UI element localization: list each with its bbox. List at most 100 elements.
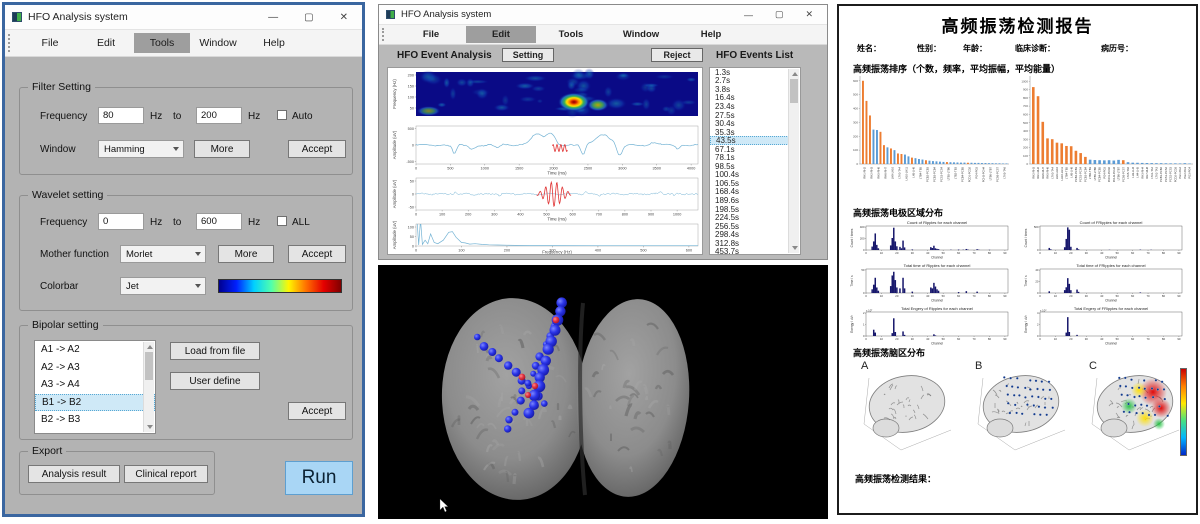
colorbar-select[interactable]: Jet (120, 277, 206, 295)
wavelet-freq-from-input[interactable]: 0 (98, 213, 144, 230)
event-item[interactable]: 35.3s (710, 128, 789, 137)
close-icon[interactable]: ✕ (340, 12, 348, 23)
minimize-icon[interactable]: — (744, 10, 753, 20)
event-item[interactable]: 189.6s (710, 196, 789, 205)
menu-window[interactable]: Window (606, 26, 676, 43)
run-button[interactable]: Run (285, 461, 353, 495)
event-item[interactable]: 67.1s (710, 145, 789, 154)
menu-edit[interactable]: Edit (78, 33, 134, 53)
bipolar-item[interactable]: A3 -> A4 (35, 376, 155, 394)
window-label: Window (40, 144, 76, 155)
maximize-icon[interactable]: ▢ (304, 12, 313, 23)
event-item[interactable]: 256.5s (710, 222, 789, 231)
bipolar-accept-button[interactable]: Accept (288, 402, 346, 420)
window-select[interactable]: Hamming (98, 140, 184, 158)
clinical-report-button[interactable]: Clinical report (124, 465, 208, 483)
reject-button[interactable]: Reject (651, 48, 703, 62)
wavelet-accept-button[interactable]: Accept (288, 245, 346, 263)
menu-edit[interactable]: Edit (466, 26, 536, 43)
scroll-up-icon[interactable] (147, 345, 153, 349)
svg-text:20: 20 (1069, 294, 1073, 298)
menu-help[interactable]: Help (246, 33, 302, 53)
svg-text:20: 20 (895, 251, 899, 255)
filter-freq-to-input[interactable]: 200 (196, 107, 242, 124)
svg-text:200: 200 (1023, 146, 1028, 150)
setting-button[interactable]: Setting (502, 48, 554, 62)
wavelet-freq-to-input[interactable]: 600 (196, 213, 242, 230)
filter-accept-button[interactable]: Accept (288, 140, 346, 158)
svg-text:20: 20 (895, 337, 899, 341)
event-item[interactable]: 453.7s (710, 247, 789, 255)
event-item[interactable]: 1.3s (710, 68, 789, 77)
event-item[interactable]: 30.4s (710, 119, 789, 128)
bar (1002, 163, 1004, 164)
menu-help[interactable]: Help (676, 26, 746, 43)
event-item[interactable]: 27.5s (710, 111, 789, 120)
left-window: HFO Analysis system — ▢ ✕ FileEditToolsW… (2, 2, 365, 517)
bipolar-item[interactable]: A1 -> A2 (35, 341, 155, 359)
hfo-events-list[interactable]: 1.3s2.7s3.8s16.4s23.4s27.5s30.4s35.3s43.… (709, 67, 801, 255)
maximize-icon[interactable]: ▢ (775, 9, 784, 20)
events-scrollbar[interactable] (788, 69, 799, 253)
event-item[interactable]: 168.4s (710, 188, 789, 197)
middle-titlebar[interactable]: HFO Analysis system — ▢ ✕ (379, 5, 827, 25)
scroll-up-icon[interactable] (792, 72, 798, 76)
bipolar-scrollbar[interactable] (143, 342, 154, 432)
wavelet-more-button[interactable]: More (218, 245, 274, 263)
load-from-file-button[interactable]: Load from file (170, 342, 260, 360)
filter-more-button[interactable]: More (194, 140, 250, 158)
mother-function-select[interactable]: Morlet (120, 245, 206, 263)
menu-window[interactable]: Window (190, 33, 246, 53)
event-item[interactable]: 98.5s (710, 162, 789, 171)
svg-text:Channel: Channel (931, 342, 943, 346)
menu-file[interactable]: File (396, 26, 466, 43)
left-titlebar[interactable]: HFO Analysis system — ▢ ✕ (5, 5, 362, 30)
svg-text:10: 10 (1054, 251, 1058, 255)
menu-tools[interactable]: Tools (536, 26, 606, 43)
bar (936, 161, 938, 164)
event-item[interactable]: 224.5s (710, 213, 789, 222)
all-checkbox[interactable] (277, 216, 287, 226)
scrollbar-thumb[interactable] (145, 352, 153, 380)
svg-text:PCB4-PCB5: PCB4-PCB5 (1098, 166, 1102, 181)
bipolar-channel-list[interactable]: A1 -> A2A2 -> A3A3 -> A4B1 -> B2B2 -> B3 (34, 340, 156, 434)
menu-tools[interactable]: Tools (134, 33, 190, 53)
bar (1065, 239, 1067, 250)
bipolar-item[interactable]: B2 -> B3 (35, 411, 155, 429)
event-item[interactable]: 23.4s (710, 102, 789, 111)
window-title: HFO Analysis system (28, 11, 128, 23)
colorbar-value: Jet (126, 281, 139, 292)
bar (1089, 160, 1092, 164)
event-item[interactable]: 78.1s (710, 153, 789, 162)
event-item[interactable]: 198.5s (710, 205, 789, 214)
bar (974, 163, 976, 164)
event-item[interactable]: 43.5s (710, 136, 789, 145)
minimize-icon[interactable]: — (268, 12, 278, 23)
svg-text:70: 70 (972, 294, 976, 298)
scroll-down-icon[interactable] (792, 246, 798, 250)
report-title: 高频振荡检测报告 (839, 12, 1196, 37)
svg-text:600: 600 (1023, 112, 1028, 116)
event-item[interactable]: 16.4s (710, 94, 789, 103)
event-item[interactable]: 312.8s (710, 239, 789, 248)
user-define-button[interactable]: User define (170, 372, 260, 390)
filter-freq-from-input[interactable]: 80 (98, 107, 144, 124)
auto-checkbox[interactable] (277, 110, 287, 120)
bipolar-item[interactable]: B1 -> B2 (35, 394, 155, 412)
event-item[interactable]: 2.7s (710, 77, 789, 86)
event-item[interactable]: 3.8s (710, 85, 789, 94)
event-item[interactable]: 106.5s (710, 179, 789, 188)
event-item[interactable]: 100.4s (710, 171, 789, 180)
bar (1103, 160, 1106, 164)
brain-3d-view[interactable] (378, 265, 828, 519)
patient-field-label: 姓名： (857, 43, 881, 54)
event-item[interactable]: 298.4s (710, 230, 789, 239)
svg-text:0: 0 (865, 337, 867, 341)
bipolar-item[interactable]: A2 -> A3 (35, 359, 155, 377)
scrollbar-thumb[interactable] (790, 79, 798, 103)
scroll-down-icon[interactable] (147, 425, 153, 429)
analysis-result-button[interactable]: Analysis result (28, 465, 120, 483)
close-icon[interactable]: ✕ (805, 9, 813, 20)
bar (995, 163, 997, 164)
menu-file[interactable]: File (22, 33, 78, 53)
